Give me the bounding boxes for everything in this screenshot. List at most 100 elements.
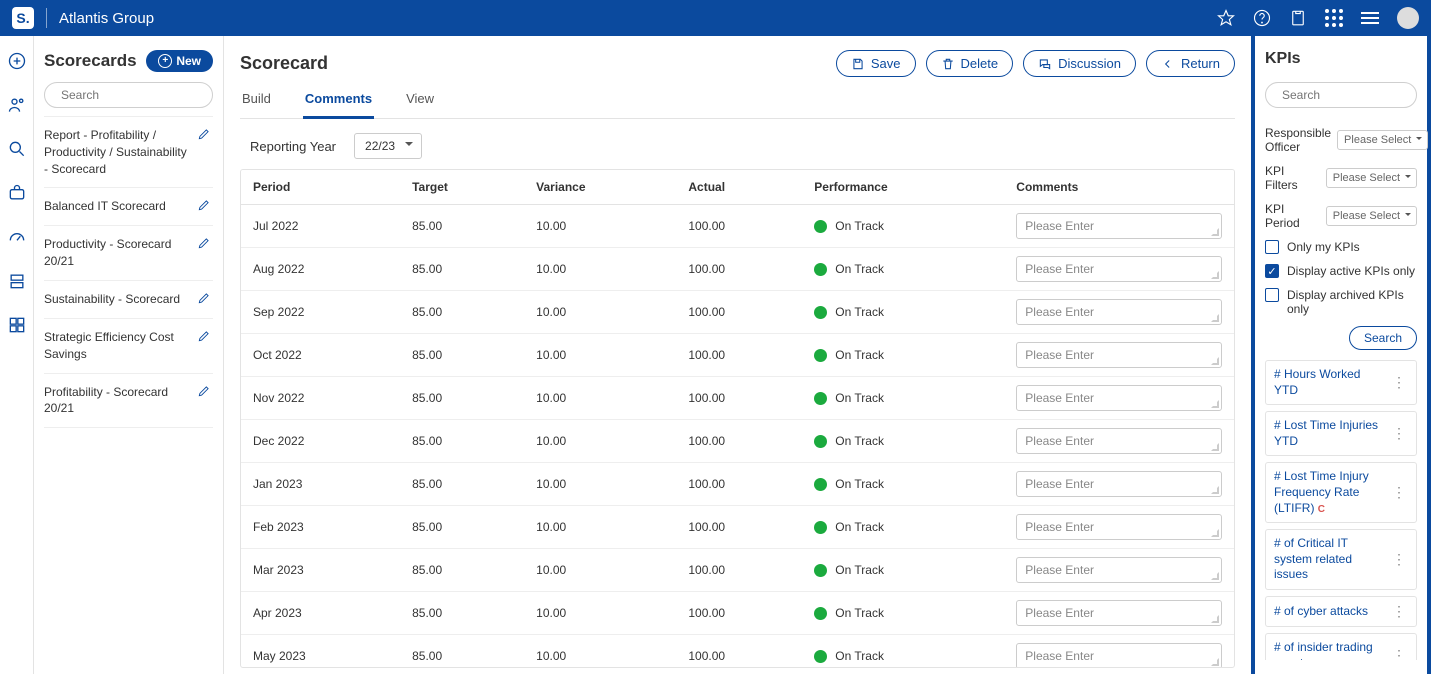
- cell-target: 85.00: [400, 635, 524, 669]
- cell-actual: 100.00: [676, 420, 802, 463]
- clipboard-icon[interactable]: [1289, 9, 1307, 27]
- rail-briefcase-icon[interactable]: [6, 182, 28, 204]
- delete-button[interactable]: Delete: [926, 50, 1014, 77]
- kpi-item[interactable]: # Lost Time Injury Frequency Rate (LTIFR…: [1265, 462, 1417, 523]
- active-kpis-checkbox[interactable]: ✓: [1265, 264, 1279, 278]
- only-my-kpis-checkbox[interactable]: [1265, 240, 1279, 254]
- edit-icon[interactable]: [197, 329, 211, 346]
- apps-icon[interactable]: [1325, 9, 1343, 27]
- panel-title: Scorecards: [44, 51, 137, 71]
- edit-icon[interactable]: [197, 127, 211, 144]
- logo-icon[interactable]: S.: [12, 7, 34, 29]
- kebab-icon[interactable]: ⋮: [1390, 484, 1408, 501]
- kebab-icon[interactable]: ⋮: [1390, 374, 1408, 391]
- center-panel: Scorecard Save Delete Discussion Return …: [224, 36, 1255, 674]
- status-dot-icon: [814, 349, 827, 362]
- cell-actual: 100.00: [676, 506, 802, 549]
- kpi-item-label[interactable]: # Lost Time Injuries YTD: [1274, 418, 1386, 449]
- cell-variance: 10.00: [524, 334, 676, 377]
- cell-period: Mar 2023: [241, 549, 400, 592]
- kpi-item-label[interactable]: # of Critical IT system related issues: [1274, 536, 1386, 583]
- kpi-search-button[interactable]: Search: [1349, 326, 1417, 350]
- cell-variance: 10.00: [524, 592, 676, 635]
- kpi-search[interactable]: [1265, 82, 1417, 108]
- cell-variance: 10.00: [524, 549, 676, 592]
- kpi-item[interactable]: # Hours Worked YTD⋮: [1265, 360, 1417, 405]
- rail-gauge-icon[interactable]: [6, 226, 28, 248]
- cell-comments: Please Enter: [1004, 463, 1234, 506]
- scorecard-item[interactable]: Strategic Efficiency Cost Savings: [44, 318, 213, 373]
- rail-people-icon[interactable]: [6, 94, 28, 116]
- new-button-label: New: [176, 54, 201, 68]
- discussion-button[interactable]: Discussion: [1023, 50, 1136, 77]
- scorecard-item[interactable]: Sustainability - Scorecard: [44, 280, 213, 318]
- table-row: Dec 202285.0010.00100.00On TrackPlease E…: [241, 420, 1234, 463]
- kpi-item[interactable]: # of insider trading events ⋮: [1265, 633, 1417, 660]
- comment-input[interactable]: Please Enter: [1016, 600, 1222, 626]
- status-dot-icon: [814, 392, 827, 405]
- comment-input[interactable]: Please Enter: [1016, 471, 1222, 497]
- scorecard-item[interactable]: Report - Profitability / Productivity / …: [44, 116, 213, 187]
- edit-icon[interactable]: [197, 291, 211, 308]
- scorecard-item[interactable]: Balanced IT Scorecard: [44, 187, 213, 225]
- tab-comments[interactable]: Comments: [303, 85, 374, 119]
- comment-input[interactable]: Please Enter: [1016, 557, 1222, 583]
- archived-kpis-checkbox[interactable]: [1265, 288, 1279, 302]
- kpi-item-label[interactable]: # Hours Worked YTD: [1274, 367, 1386, 398]
- scorecard-item[interactable]: Profitability - Scorecard 20/21: [44, 373, 213, 429]
- col-header: Period: [241, 170, 400, 205]
- rail-search-icon[interactable]: [6, 138, 28, 160]
- comment-input[interactable]: Please Enter: [1016, 428, 1222, 454]
- cell-performance: On Track: [802, 549, 1004, 592]
- star-icon[interactable]: [1217, 9, 1235, 27]
- kpi-item[interactable]: # Lost Time Injuries YTD⋮: [1265, 411, 1417, 456]
- app-title: Atlantis Group: [59, 10, 154, 27]
- kebab-icon[interactable]: ⋮: [1390, 647, 1408, 660]
- scorecard-search-input[interactable]: [61, 88, 216, 102]
- rail-layers-icon[interactable]: [6, 270, 28, 292]
- cell-actual: 100.00: [676, 463, 802, 506]
- edit-icon[interactable]: [197, 384, 211, 401]
- comment-input[interactable]: Please Enter: [1016, 299, 1222, 325]
- rail-add-icon[interactable]: [6, 50, 28, 72]
- avatar[interactable]: [1397, 7, 1419, 29]
- kpi-item-label[interactable]: # of cyber attacks: [1274, 604, 1368, 620]
- page-title: Scorecard: [240, 53, 328, 74]
- comment-input[interactable]: Please Enter: [1016, 385, 1222, 411]
- kebab-icon[interactable]: ⋮: [1390, 551, 1408, 568]
- cell-actual: 100.00: [676, 248, 802, 291]
- kpi-filters-select[interactable]: Please Select: [1326, 168, 1417, 188]
- comment-input[interactable]: Please Enter: [1016, 643, 1222, 668]
- cell-variance: 10.00: [524, 420, 676, 463]
- kebab-icon[interactable]: ⋮: [1390, 603, 1408, 620]
- reporting-year-select[interactable]: 22/23: [354, 133, 422, 159]
- resp-officer-select[interactable]: Please Select: [1337, 130, 1428, 150]
- kpi-item-label[interactable]: # of insider trading events: [1274, 640, 1386, 660]
- scorecard-item[interactable]: Productivity - Scorecard 20/21: [44, 225, 213, 280]
- status-dot-icon: [814, 263, 827, 276]
- scorecard-search[interactable]: [44, 82, 213, 108]
- comment-input[interactable]: Please Enter: [1016, 342, 1222, 368]
- kpi-item[interactable]: # of Critical IT system related issues⋮: [1265, 529, 1417, 590]
- return-button[interactable]: Return: [1146, 50, 1235, 77]
- comments-table: PeriodTargetVarianceActualPerformanceCom…: [241, 170, 1234, 668]
- tab-build[interactable]: Build: [240, 85, 273, 118]
- kpi-search-input[interactable]: [1282, 88, 1431, 102]
- new-button[interactable]: +New: [146, 50, 213, 72]
- comment-input[interactable]: Please Enter: [1016, 514, 1222, 540]
- cell-performance: On Track: [802, 291, 1004, 334]
- rail-grid-icon[interactable]: [6, 314, 28, 336]
- menu-icon[interactable]: [1361, 9, 1379, 27]
- tab-view[interactable]: View: [404, 85, 436, 118]
- edit-icon[interactable]: [197, 198, 211, 215]
- cell-target: 85.00: [400, 506, 524, 549]
- edit-icon[interactable]: [197, 236, 211, 253]
- comment-input[interactable]: Please Enter: [1016, 213, 1222, 239]
- kpi-item[interactable]: # of cyber attacks ⋮: [1265, 596, 1417, 627]
- kpi-item-label[interactable]: # Lost Time Injury Frequency Rate (LTIFR…: [1274, 469, 1386, 516]
- kebab-icon[interactable]: ⋮: [1390, 425, 1408, 442]
- save-button[interactable]: Save: [836, 50, 916, 77]
- help-icon[interactable]: [1253, 9, 1271, 27]
- kpi-period-select[interactable]: Please Select: [1326, 206, 1417, 226]
- comment-input[interactable]: Please Enter: [1016, 256, 1222, 282]
